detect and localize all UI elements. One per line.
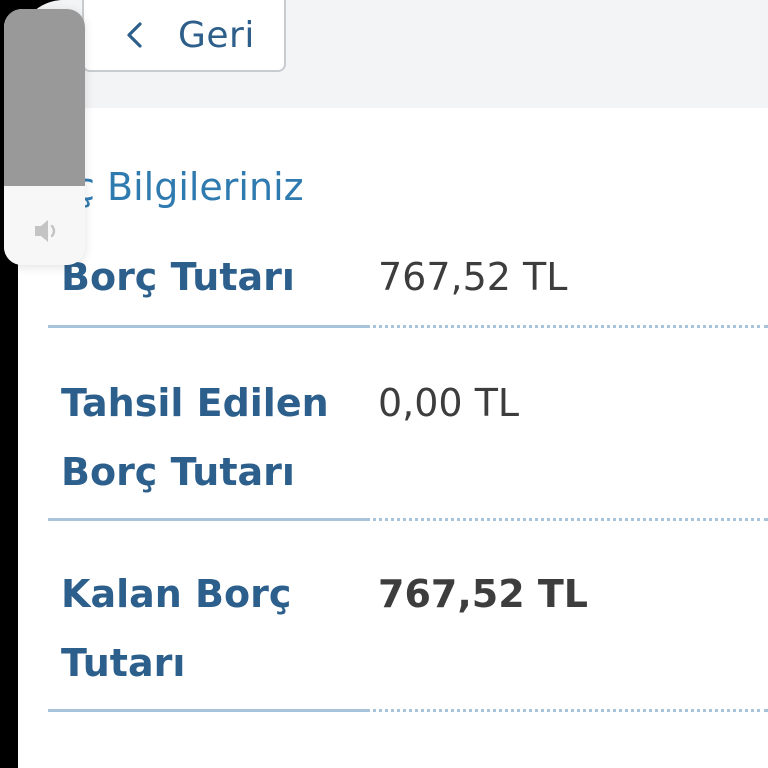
- back-button[interactable]: Geri: [82, 0, 286, 72]
- row-divider-solid: [48, 325, 366, 328]
- debt-row-value: 767,52 TL: [378, 572, 589, 616]
- debt-row-value: 0,00 TL: [378, 381, 520, 425]
- app-screen: Geri orç Bilgileriniz Borç Tutarı 767,52…: [18, 0, 768, 768]
- speaker-icon: [35, 220, 56, 242]
- debt-row-label: Kalan Borç Tutarı: [61, 572, 292, 685]
- row-divider: [48, 518, 768, 521]
- debt-row-label: Tahsil Edilen Borç Tutarı: [61, 381, 329, 494]
- chevron-left-icon: [127, 22, 142, 48]
- back-button-label: Geri: [178, 14, 255, 56]
- volume-hud[interactable]: [4, 9, 85, 265]
- debt-row-label: Borç Tutarı: [61, 255, 295, 299]
- row-divider: [48, 709, 768, 712]
- debt-row-value: 767,52 TL: [378, 255, 568, 299]
- row-divider-solid: [48, 518, 366, 521]
- row-divider-solid: [48, 709, 366, 712]
- volume-level-fill[interactable]: [4, 9, 85, 186]
- row-divider: [48, 325, 768, 328]
- row-divider-dotted: [366, 709, 768, 712]
- row-divider-dotted: [366, 518, 768, 521]
- header-bar: Geri: [18, 0, 768, 108]
- row-divider-dotted: [366, 325, 768, 328]
